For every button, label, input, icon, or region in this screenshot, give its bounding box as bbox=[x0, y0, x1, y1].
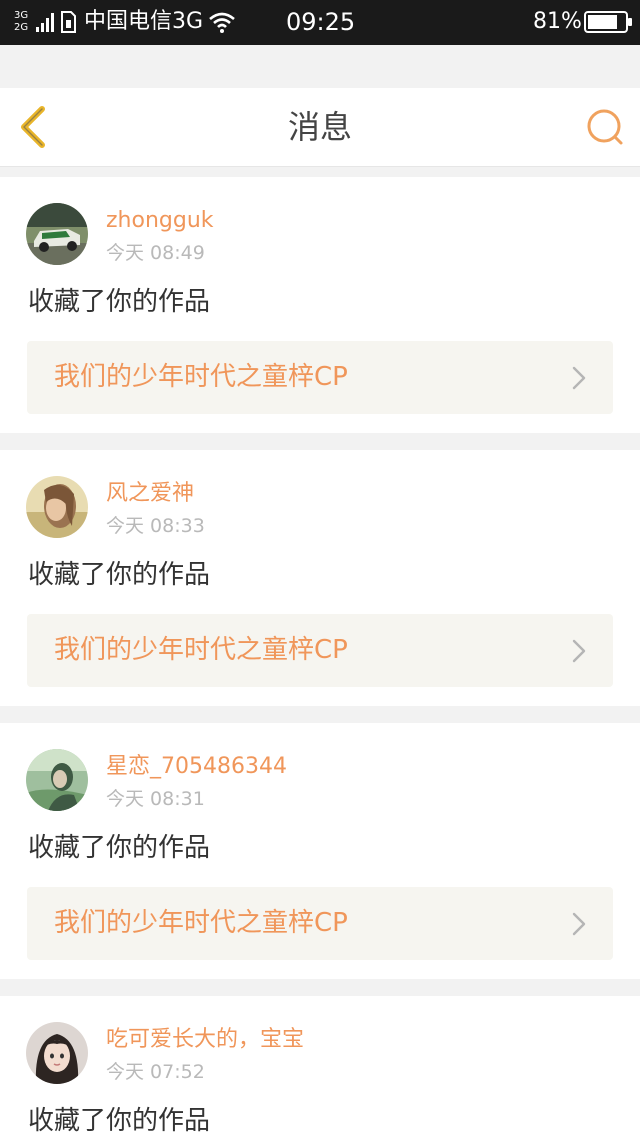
carrier-name: 中国电信3G bbox=[84, 9, 204, 34]
network-type-bottom: 2G bbox=[14, 22, 29, 33]
message-username[interactable]: 星恋_705486344 bbox=[106, 753, 287, 781]
message-card: 吃可爱长大的，宝宝 今天 07:52 收藏了你的作品 bbox=[0, 996, 640, 1138]
avatar[interactable] bbox=[26, 749, 88, 811]
wifi-icon bbox=[209, 12, 235, 33]
avatar[interactable] bbox=[26, 203, 88, 265]
work-title: 我们的少年时代之童梓CP bbox=[54, 635, 348, 665]
message-time: 今天 08:49 bbox=[106, 242, 205, 264]
message-action: 收藏了你的作品 bbox=[28, 560, 211, 590]
battery-icon bbox=[584, 11, 632, 33]
signal-icon bbox=[36, 13, 54, 32]
message-action: 收藏了你的作品 bbox=[28, 833, 211, 863]
message-card: 风之爱神 今天 08:33 收藏了你的作品 我们的少年时代之童梓CP bbox=[0, 450, 640, 706]
message-time: 今天 08:31 bbox=[106, 788, 205, 810]
avatar[interactable] bbox=[26, 476, 88, 538]
work-title: 我们的少年时代之童梓CP bbox=[54, 908, 348, 938]
status-bar: 3G 2G 中国电信3G 09:25 81% bbox=[0, 0, 640, 45]
network-type: 3G 2G bbox=[14, 10, 28, 34]
page-title: 消息 bbox=[287, 108, 352, 146]
message-username[interactable]: 吃可爱长大的，宝宝 bbox=[106, 1026, 304, 1054]
message-card: zhongguk 今天 08:49 收藏了你的作品 我们的少年时代之童梓CP bbox=[0, 177, 640, 433]
message-username[interactable]: 风之爱神 bbox=[106, 480, 194, 508]
search-button[interactable] bbox=[584, 106, 626, 148]
work-link[interactable]: 我们的少年时代之童梓CP bbox=[27, 887, 613, 960]
network-type-top: 3G bbox=[14, 10, 29, 21]
sim-card-icon bbox=[61, 11, 76, 33]
chevron-right-icon bbox=[572, 912, 586, 936]
message-action: 收藏了你的作品 bbox=[28, 1106, 211, 1136]
message-time: 今天 07:52 bbox=[106, 1061, 205, 1083]
message-username[interactable]: zhongguk bbox=[106, 207, 214, 235]
work-link[interactable]: 我们的少年时代之童梓CP bbox=[27, 341, 613, 414]
work-link[interactable]: 我们的少年时代之童梓CP bbox=[27, 614, 613, 687]
chevron-right-icon bbox=[572, 639, 586, 663]
clock: 09:25 bbox=[286, 8, 356, 36]
message-action: 收藏了你的作品 bbox=[28, 287, 211, 317]
header-bar: 消息 bbox=[0, 88, 640, 167]
avatar[interactable] bbox=[26, 1022, 88, 1084]
chevron-right-icon bbox=[572, 366, 586, 390]
message-time: 今天 08:33 bbox=[106, 515, 205, 537]
message-card: 星恋_705486344 今天 08:31 收藏了你的作品 我们的少年时代之童梓… bbox=[0, 723, 640, 979]
work-title: 我们的少年时代之童梓CP bbox=[54, 362, 348, 392]
battery-percent: 81% bbox=[533, 9, 582, 34]
